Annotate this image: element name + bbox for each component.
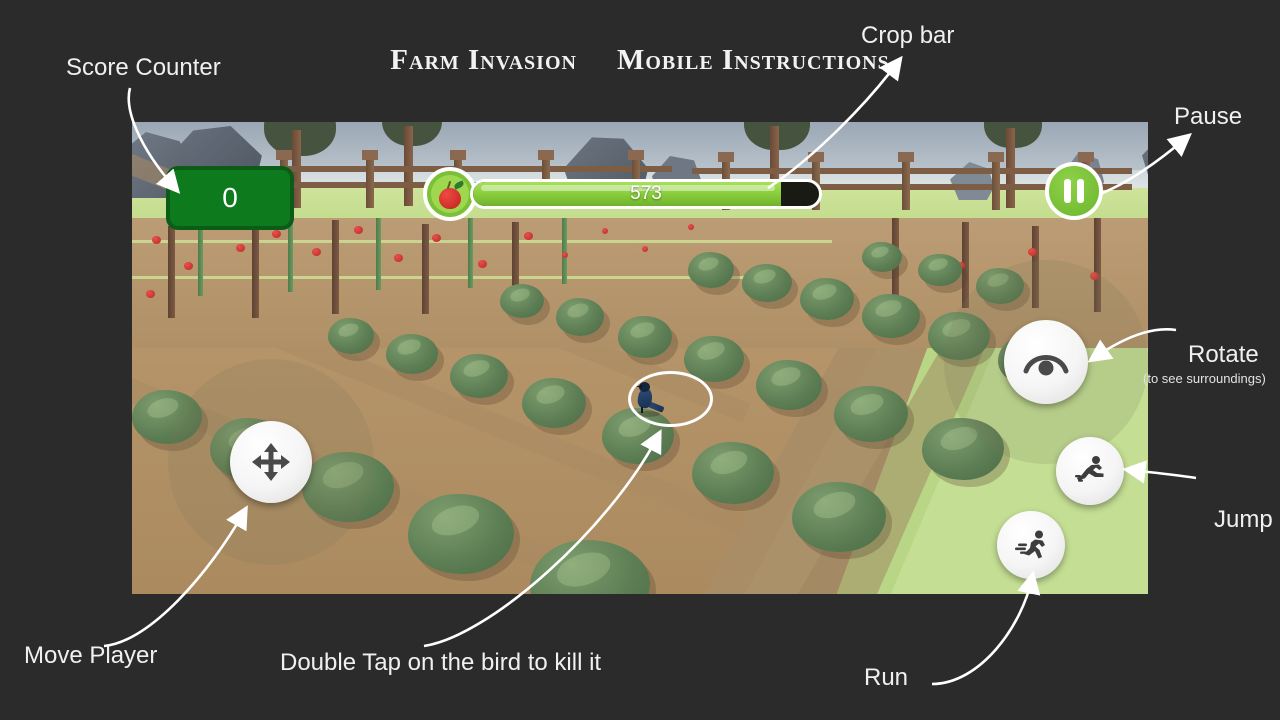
plant-stem: [422, 224, 429, 314]
fence-cap: [628, 150, 644, 160]
rotate-button[interactable]: [1004, 320, 1088, 404]
cabbage: [834, 386, 908, 442]
tomato: [524, 232, 533, 240]
annotation-move-player: Move Player: [24, 642, 158, 669]
jumping-person-icon: [1075, 456, 1104, 482]
fence-cap: [988, 152, 1004, 162]
game-name: Farm Invasion: [390, 44, 577, 76]
run-button[interactable]: [997, 511, 1065, 579]
pause-icon-bar: [1064, 179, 1071, 203]
score-counter: 0: [166, 166, 294, 230]
crop-row-line: [132, 240, 832, 243]
pause-icon-bar: [1077, 179, 1084, 203]
crop-row-line: [132, 276, 772, 279]
tomato: [152, 236, 161, 244]
cabbage: [386, 334, 438, 374]
annotation-double-tap: Double Tap on the bird to kill it: [280, 649, 602, 676]
tomato: [478, 260, 487, 268]
tomato: [272, 230, 281, 238]
cabbage: [522, 378, 586, 428]
cabbage: [800, 278, 854, 320]
cabbage: [692, 442, 774, 504]
cabbage: [688, 252, 734, 288]
fence-cap: [808, 152, 824, 162]
annotation-crop-bar: Crop bar: [861, 22, 955, 49]
tomato: [562, 252, 568, 258]
apple-fruit-shape: [439, 188, 461, 209]
tomato: [642, 246, 648, 252]
eye-icon: [1023, 355, 1069, 376]
cabbage: [556, 298, 604, 336]
plant-stem: [468, 218, 473, 288]
annotation-jump: Jump: [1214, 506, 1273, 533]
fence-cap: [276, 150, 292, 160]
page-subtitle: Mobile Instructions: [616, 44, 890, 76]
tomato: [1028, 248, 1037, 256]
annotation-rotate: Rotate: [1188, 341, 1259, 368]
plant-stem: [562, 218, 567, 284]
fence-rail: [272, 166, 672, 172]
apple-icon: [423, 167, 477, 221]
plant-stem: [252, 222, 259, 318]
cabbage: [450, 354, 508, 398]
cabbage: [500, 284, 544, 318]
crop-bar: 573: [470, 179, 822, 209]
score-value: 0: [222, 182, 238, 213]
fence-cap: [898, 152, 914, 162]
tomato: [236, 244, 245, 252]
move-arrows-icon: [252, 443, 290, 481]
plant-stem: [168, 226, 175, 318]
cabbage: [328, 318, 374, 354]
tomato: [184, 262, 193, 270]
jump-button[interactable]: [1056, 437, 1124, 505]
tomato: [312, 248, 321, 256]
fence-cap: [538, 150, 554, 160]
cabbage: [408, 494, 514, 574]
fence-cap: [1078, 152, 1094, 162]
apple-leaf-shape: [453, 180, 465, 190]
tomato: [146, 290, 155, 298]
fence-post: [902, 158, 910, 210]
tomato: [432, 234, 441, 242]
plant-stem: [376, 218, 381, 290]
crop-bar-value: 573: [630, 183, 662, 204]
cabbage: [618, 316, 672, 358]
fence-post: [992, 158, 1000, 210]
annotation-pause: Pause: [1174, 103, 1243, 130]
fence-cap: [718, 152, 734, 162]
tomato: [602, 228, 608, 234]
bird-highlight-circle: [628, 371, 713, 427]
tomato: [688, 224, 694, 230]
running-person-icon: [1015, 530, 1045, 559]
annotation-score-counter: Score Counter: [66, 54, 221, 81]
plant-stem: [288, 218, 293, 292]
annotation-rotate-sublabel: (to see surroundings): [1143, 371, 1266, 386]
fence-post: [366, 156, 374, 208]
annotation-run: Run: [864, 664, 909, 691]
tomato: [354, 226, 363, 234]
cabbage: [742, 264, 792, 302]
cabbage: [756, 360, 822, 410]
cabbage: [918, 254, 962, 286]
cabbage: [792, 482, 886, 552]
plant-stem: [332, 220, 339, 314]
tomato: [394, 254, 403, 262]
move-button[interactable]: [230, 421, 312, 503]
fence-cap: [362, 150, 378, 160]
pause-button[interactable]: [1045, 162, 1103, 220]
cabbage: [862, 242, 902, 272]
cabbage: [862, 294, 920, 338]
fence-cap: [450, 150, 466, 160]
